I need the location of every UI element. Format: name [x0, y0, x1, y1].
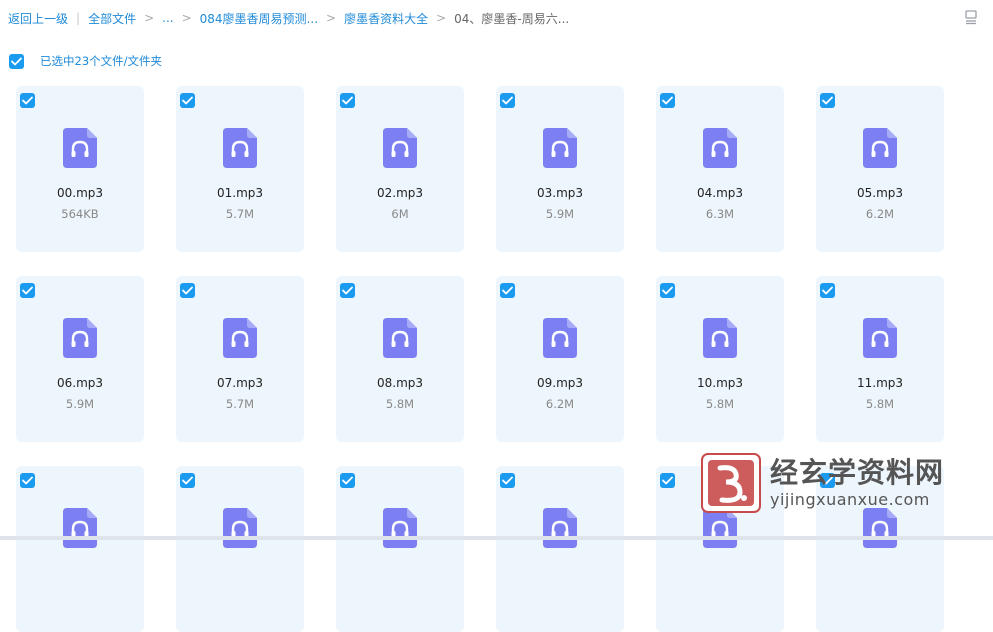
checkbox-checked-icon[interactable] — [20, 473, 35, 488]
watermark-title: 经玄学资料网 — [770, 456, 945, 489]
file-name: 10.mp3 — [696, 376, 744, 390]
file-card[interactable]: 00.mp3 564KB — [16, 86, 144, 252]
file-grid: 00.mp3 564KB 01.mp3 5.7M 02.mp3 6M 03.mp3 5.9M 0… — [16, 86, 976, 632]
checkbox-checked-icon[interactable] — [180, 283, 195, 298]
file-name: 07.mp3 — [216, 376, 264, 390]
file-size: 5.8M — [705, 397, 735, 411]
file-name: 02.mp3 — [376, 186, 424, 200]
back-link[interactable]: 返回上一级 — [8, 10, 68, 27]
file-card[interactable]: 02.mp3 6M — [336, 86, 464, 252]
file-size: 6M — [391, 207, 409, 221]
chevron-right-icon: > — [181, 11, 192, 25]
file-name: 01.mp3 — [216, 186, 264, 200]
checkbox-checked-icon[interactable] — [820, 283, 835, 298]
file-card[interactable] — [176, 466, 304, 632]
file-name: 06.mp3 — [56, 376, 104, 390]
file-name: 00.mp3 — [56, 186, 104, 200]
file-size: 6.2M — [545, 397, 575, 411]
chevron-right-icon: > — [326, 11, 337, 25]
checkbox-checked-icon[interactable] — [180, 93, 195, 108]
taskbar-edge — [0, 536, 993, 540]
file-size: 5.7M — [225, 397, 255, 411]
file-name: 11.mp3 — [856, 376, 904, 390]
audio-file-icon — [223, 318, 257, 358]
audio-file-icon — [223, 128, 257, 168]
checkbox-checked-icon[interactable] — [660, 473, 675, 488]
breadcrumb-item-folder[interactable]: 廖墨香资料大全 — [344, 10, 428, 27]
watermark-url: yijingxuanxue.com — [770, 490, 930, 509]
file-size: 5.8M — [385, 397, 415, 411]
audio-file-icon — [63, 508, 97, 548]
audio-file-icon — [223, 508, 257, 548]
breadcrumb-item-folder[interactable]: 084廖墨香周易预测... — [200, 10, 318, 27]
file-name: 03.mp3 — [536, 186, 584, 200]
checkbox-checked-icon[interactable] — [660, 283, 675, 298]
file-card[interactable]: 04.mp3 6.3M — [656, 86, 784, 252]
file-name: 04.mp3 — [696, 186, 744, 200]
file-card[interactable]: 08.mp3 5.8M — [336, 276, 464, 442]
file-card[interactable] — [496, 466, 624, 632]
breadcrumb: 返回上一级 | 全部文件 > ... > 084廖墨香周易预测... > 廖墨香… — [8, 9, 569, 27]
file-card[interactable] — [16, 466, 144, 632]
checkbox-checked-icon[interactable] — [9, 53, 24, 69]
audio-file-icon — [383, 508, 417, 548]
watermark: 经玄学资料网 yijingxuanxue.com — [700, 448, 970, 518]
breadcrumb-item-all-files[interactable]: 全部文件 — [88, 10, 136, 27]
audio-file-icon — [543, 128, 577, 168]
file-card[interactable] — [336, 466, 464, 632]
checkbox-checked-icon[interactable] — [500, 93, 515, 108]
checkbox-checked-icon[interactable] — [340, 283, 355, 298]
file-card[interactable]: 06.mp3 5.9M — [16, 276, 144, 442]
select-all-toggle[interactable]: 已选中23个文件/文件夹 — [9, 53, 162, 69]
file-name: 05.mp3 — [856, 186, 904, 200]
audio-file-icon — [383, 318, 417, 358]
audio-file-icon — [863, 318, 897, 358]
breadcrumb-divider: | — [76, 11, 81, 25]
file-card[interactable]: 11.mp3 5.8M — [816, 276, 944, 442]
watermark-logo — [701, 453, 761, 513]
file-name: 08.mp3 — [376, 376, 424, 390]
checkbox-checked-icon[interactable] — [500, 283, 515, 298]
file-card[interactable]: 01.mp3 5.7M — [176, 86, 304, 252]
audio-file-icon — [543, 318, 577, 358]
file-size: 5.9M — [545, 207, 575, 221]
audio-file-icon — [703, 318, 737, 358]
file-name: 09.mp3 — [536, 376, 584, 390]
file-size: 6.3M — [705, 207, 735, 221]
breadcrumb-item-ellipsis[interactable]: ... — [162, 11, 173, 25]
audio-file-icon — [543, 508, 577, 548]
audio-file-icon — [63, 128, 97, 168]
checkbox-checked-icon[interactable] — [500, 473, 515, 488]
checkbox-checked-icon[interactable] — [20, 93, 35, 108]
file-size: 6.2M — [865, 207, 895, 221]
checkbox-checked-icon[interactable] — [20, 283, 35, 298]
file-card[interactable]: 03.mp3 5.9M — [496, 86, 624, 252]
file-size: 5.7M — [225, 207, 255, 221]
file-card[interactable]: 09.mp3 6.2M — [496, 276, 624, 442]
selection-count-label: 已选中23个文件/文件夹 — [40, 54, 163, 68]
checkbox-checked-icon[interactable] — [340, 93, 355, 108]
list-view-icon[interactable] — [963, 9, 979, 25]
audio-file-icon — [63, 318, 97, 358]
checkbox-checked-icon[interactable] — [180, 473, 195, 488]
audio-file-icon — [863, 128, 897, 168]
file-card[interactable]: 10.mp3 5.8M — [656, 276, 784, 442]
checkbox-checked-icon[interactable] — [660, 93, 675, 108]
file-size: 564KB — [61, 207, 99, 221]
breadcrumb-item-current: 04、廖墨香-周易六... — [454, 11, 570, 26]
file-size: 5.9M — [65, 397, 95, 411]
chevron-right-icon: > — [144, 11, 155, 25]
audio-file-icon — [703, 128, 737, 168]
checkbox-checked-icon[interactable] — [340, 473, 355, 488]
checkbox-checked-icon[interactable] — [820, 93, 835, 108]
file-size: 5.8M — [865, 397, 895, 411]
chevron-right-icon: > — [436, 11, 447, 25]
audio-file-icon — [383, 128, 417, 168]
file-card[interactable]: 05.mp3 6.2M — [816, 86, 944, 252]
file-card[interactable]: 07.mp3 5.7M — [176, 276, 304, 442]
